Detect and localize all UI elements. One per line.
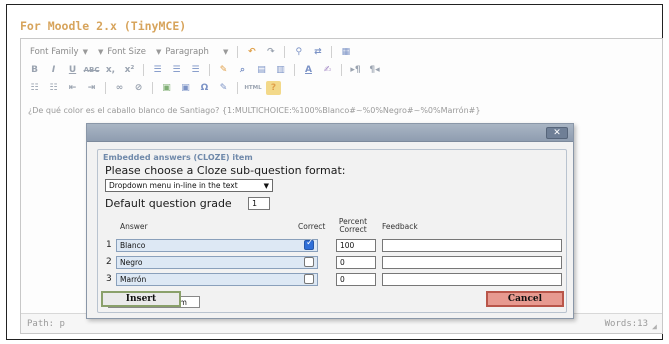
correct-checkbox[interactable] [304,238,314,250]
undo-icon[interactable]: ↶ [244,45,259,59]
paste-text-icon[interactable]: ⌕ [235,63,250,77]
answer-input[interactable]: Negro [116,256,318,269]
cloze-dialog: ✕ Embedded answers (CLOZE) item Please c… [86,123,574,319]
toolbar-row-1: Font Family ▼ ▼ Font Size ▼ Paragraph ▼ … [27,43,353,61]
toolbar-separator [143,64,144,76]
answer-input[interactable]: Blanco [116,239,318,252]
toolbar-separator [152,82,153,94]
rtl-button[interactable]: ¶◂ [367,63,382,77]
superscript-button[interactable]: x² [122,63,137,77]
percent-input[interactable]: 0 [336,256,376,269]
strikethrough-button[interactable]: ABC [84,63,100,77]
row-number: 3 [106,274,112,284]
percent-input[interactable]: 0 [336,273,376,286]
font-family-label: Font Family [30,47,79,57]
media-icon[interactable]: ▣ [178,81,193,95]
cancel-button[interactable]: Cancel [486,291,564,307]
feedback-input[interactable] [382,239,562,252]
page-frame: For Moodle 2.x (TinyMCE) Font Family ▼ ▼… [6,4,663,340]
font-size-select[interactable]: ▼ Font Size [95,45,149,59]
font-size-label: Font Size [107,47,147,57]
align-center-icon[interactable]: ☰ [169,63,184,77]
find-icon[interactable]: ⚲ [291,45,306,59]
column-header-feedback: Feedback [382,222,418,231]
row-number: 2 [106,257,112,267]
outdent-icon[interactable]: ⇤ [65,81,80,95]
unlink-icon[interactable]: ⊘ [131,81,146,95]
cloze-fieldset: Embedded answers (CLOZE) item Please cho… [97,149,567,313]
format-prompt: Please choose a Cloze sub-question forma… [105,164,346,177]
format-select[interactable]: ▼ Paragraph ▼ [153,45,231,59]
resize-handle-icon[interactable]: ◢ [652,323,660,331]
percent-input[interactable]: 100 [336,239,376,252]
row-number: 1 [106,240,112,250]
format-label: Paragraph [165,47,209,57]
italic-button[interactable]: I [46,63,61,77]
column-header-correct: Correct [298,222,326,231]
toolbar-row-3: ☷ ☷ ⇤ ⇥ ∞ ⊘ ▣ ▣ Ω ✎ HTML ? [27,79,281,97]
fieldset-legend: Embedded answers (CLOZE) item [103,153,253,162]
correct-checkbox[interactable] [304,257,314,267]
ltr-button[interactable]: ▸¶ [348,63,363,77]
subquestion-format-select[interactable]: Dropdown menu in-line in the text ▼ [105,179,273,192]
font-family-select[interactable]: Font Family ▼ [27,45,91,59]
grade-label: Default question grade [105,197,232,210]
close-button[interactable]: ✕ [546,127,568,139]
toolbar-separator [331,46,333,58]
chevron-down-icon: ▼ [222,48,229,56]
clean-icon[interactable]: ✎ [216,63,231,77]
dialog-titlebar: ✕ [87,124,573,142]
subscript-button[interactable]: x, [103,63,118,77]
paste-icon[interactable]: ▤ [254,63,269,77]
toolbar-separator [341,64,342,76]
background-color-icon[interactable]: ✍ [320,63,335,77]
replace-icon[interactable]: ⇄ [310,45,325,59]
align-left-icon[interactable]: ☰ [150,63,165,77]
image-icon[interactable]: ▣ [159,81,174,95]
toolbar-separator [237,46,239,58]
text-color-button[interactable]: A [301,63,316,77]
special-char-icon[interactable]: Ω [197,81,212,95]
cloze-editor-icon[interactable]: ✎ [216,81,231,95]
numbered-list-icon[interactable]: ☷ [46,81,61,95]
editor-content[interactable]: ¿De qué color es el caballo blanco de Sa… [28,106,480,115]
toolbar-separator [105,82,106,94]
help-button[interactable]: ? [266,81,281,95]
toolbar-separator [209,64,210,76]
path-label: Path: p [27,319,65,329]
column-header-percent: Percent Correct [338,217,368,234]
feedback-input[interactable] [382,273,562,286]
toolbar-row-2: B I U ABC x, x² ☰ ☰ ☰ ✎ ⌕ ▤ ▥ A ✍ ▸¶ ¶◂ [27,61,382,79]
paste-word-icon[interactable]: ▥ [273,63,288,77]
indent-icon[interactable]: ⇥ [84,81,99,95]
column-header-answer: Answer [120,222,148,231]
toolbar-separator [294,64,295,76]
redo-icon[interactable]: ↷ [263,45,278,59]
chevron-down-icon: ▼ [97,48,104,56]
grade-input[interactable]: 1 [248,197,270,210]
page-title: For Moodle 2.x (TinyMCE) [20,19,187,33]
answer-input[interactable]: Marrón [116,273,318,286]
correct-checkbox[interactable] [304,274,314,284]
bold-button[interactable]: B [27,63,42,77]
chevron-down-icon: ▼ [156,48,162,56]
align-right-icon[interactable]: ☰ [188,63,203,77]
toolbar-separator [237,82,238,94]
toolbar-separator [284,46,286,58]
chevron-down-icon: ▼ [263,181,269,190]
insert-button[interactable]: Insert [101,291,181,307]
html-source-button[interactable]: HTML [244,81,262,95]
format-select-value: Dropdown menu in-line in the text [109,181,238,190]
bullet-list-icon[interactable]: ☷ [27,81,42,95]
underline-button[interactable]: U [65,63,80,77]
link-icon[interactable]: ∞ [112,81,127,95]
chevron-down-icon: ▼ [82,48,88,56]
word-count: Words:13 [604,319,648,329]
feedback-input[interactable] [382,256,562,269]
table-icon[interactable]: ▦ [338,45,353,59]
